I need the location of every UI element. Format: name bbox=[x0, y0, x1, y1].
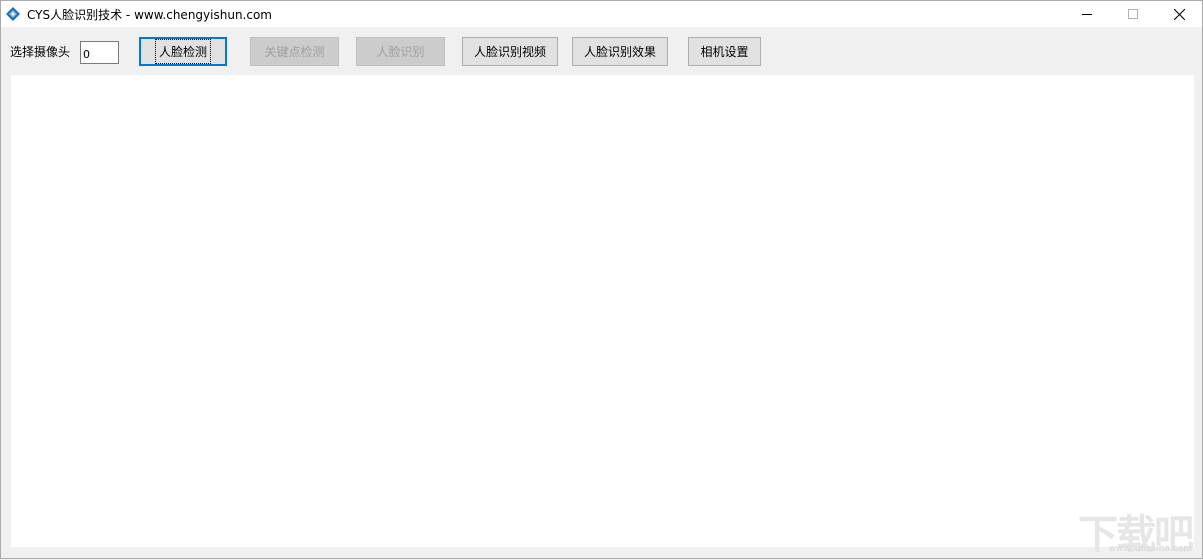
minimize-button[interactable] bbox=[1064, 1, 1110, 27]
close-button[interactable] bbox=[1156, 1, 1202, 27]
face-recognize-button[interactable]: 人脸识别 bbox=[356, 37, 445, 66]
camera-settings-button-label: 相机设置 bbox=[700, 45, 749, 59]
face-recognize-button-label: 人脸识别 bbox=[376, 45, 425, 59]
face-recognize-video-button-label: 人脸识别视频 bbox=[473, 45, 546, 59]
face-detect-button[interactable]: 人脸检测 bbox=[139, 37, 227, 66]
camera-settings-button[interactable]: 相机设置 bbox=[688, 37, 761, 66]
camera-index-input[interactable]: 0 bbox=[80, 41, 119, 64]
keypoint-detect-button-label: 关键点检测 bbox=[264, 45, 325, 59]
window-title: CYS人脸识别技术 - www.chengyishun.com bbox=[27, 8, 272, 22]
title-bar[interactable]: CYS人脸识别技术 - www.chengyishun.com bbox=[1, 1, 1202, 27]
watermark-logo: 下载吧 www.xiazaiba.com bbox=[1068, 502, 1196, 558]
minimize-icon bbox=[1082, 9, 1092, 19]
face-recognize-video-button[interactable]: 人脸识别视频 bbox=[462, 37, 558, 66]
app-window: CYS人脸识别技术 - www.chengyishun.com 选择摄像头 0 … bbox=[0, 0, 1203, 559]
close-icon bbox=[1173, 8, 1185, 20]
maximize-button[interactable] bbox=[1110, 1, 1156, 27]
keypoint-detect-button[interactable]: 关键点检测 bbox=[250, 37, 339, 66]
video-display-area bbox=[11, 75, 1194, 547]
app-diamond-icon bbox=[6, 7, 20, 21]
maximize-icon bbox=[1128, 9, 1138, 19]
face-detect-button-label: 人脸检测 bbox=[154, 39, 212, 64]
face-recognize-effect-button-label: 人脸识别效果 bbox=[583, 45, 656, 59]
camera-select-label: 选择摄像头 bbox=[10, 45, 71, 59]
watermark-url: www.xiazaiba.com bbox=[1108, 544, 1192, 554]
face-recognize-effect-button[interactable]: 人脸识别效果 bbox=[572, 37, 668, 66]
